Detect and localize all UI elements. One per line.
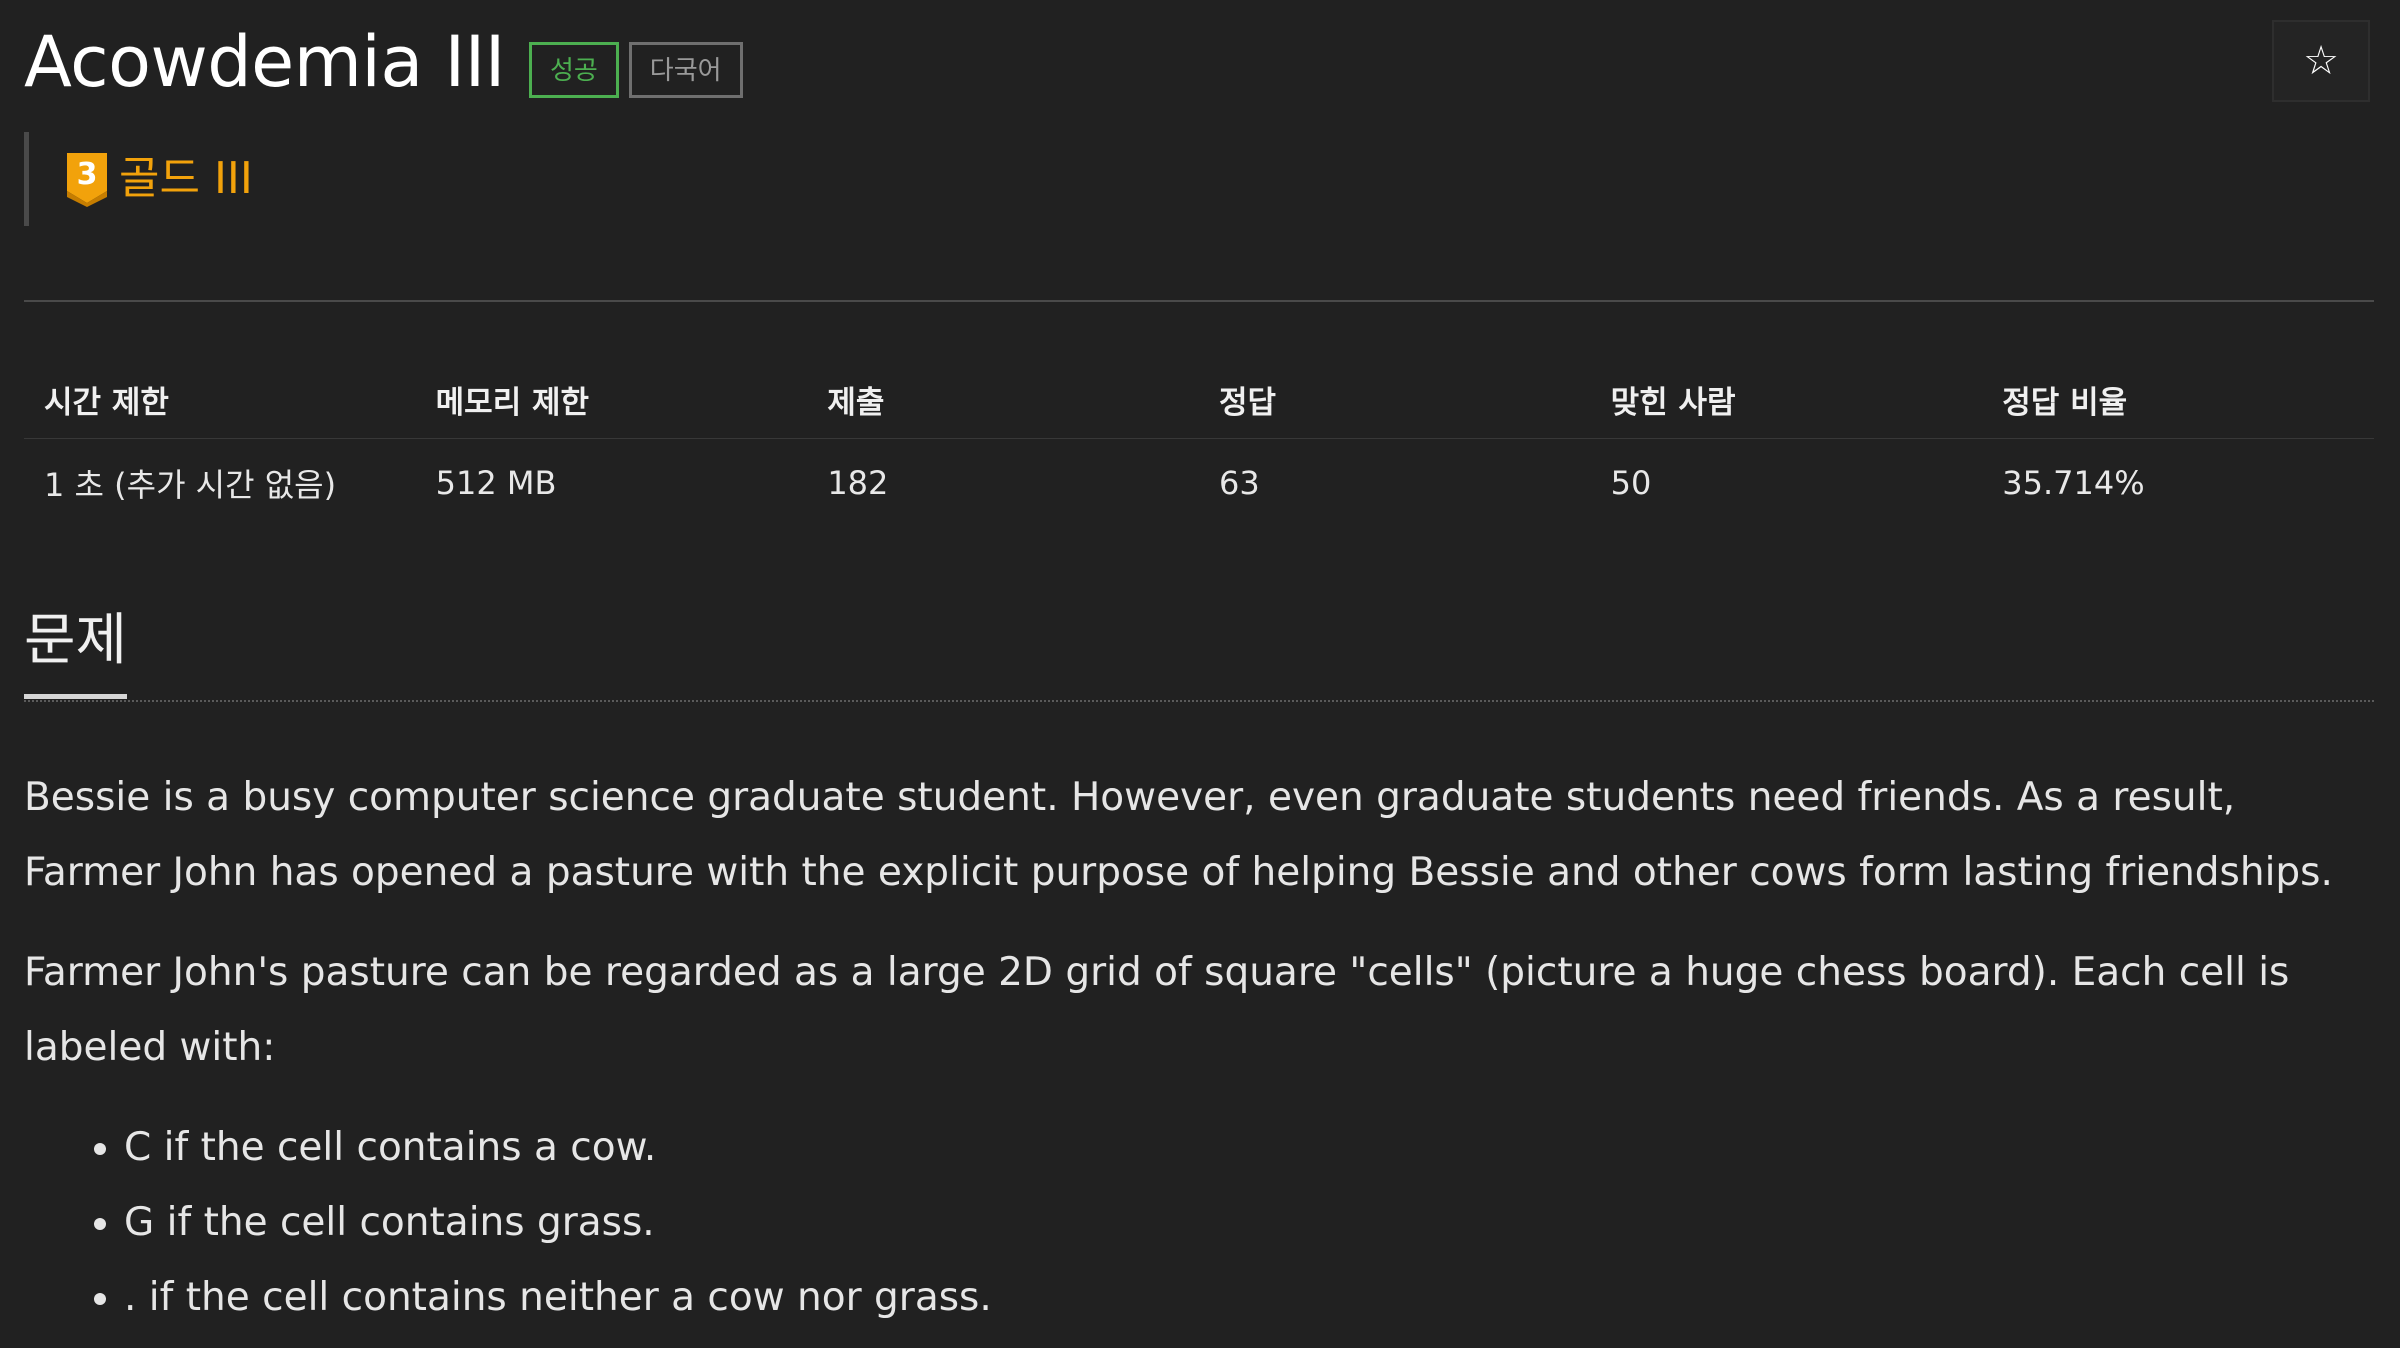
time-limit-value: 1 초 (추가 시간 없음) (44, 466, 337, 504)
solved-users-header: 맞힌 사람 (1590, 360, 1983, 439)
tier-label[interactable]: 골드 III (119, 151, 253, 207)
list-item: C if the cell contains a cow. (124, 1110, 2374, 1185)
accept-rate-value: 35.714% (2002, 464, 2145, 502)
problem-description: Bessie is a busy computer science gradua… (24, 760, 2374, 1335)
problem-paragraph: Farmer John's pasture can be regarded as… (24, 950, 2290, 1070)
submissions-header: 제출 (807, 360, 1199, 439)
favorite-button[interactable]: ☆ (2272, 20, 2370, 102)
problem-section-heading: 문제 (24, 596, 2374, 702)
header-divider (24, 300, 2374, 302)
cell-label-list: C if the cell contains a cow. G if the c… (24, 1110, 2374, 1335)
section-title: 문제 (24, 596, 128, 699)
list-item: G if the cell contains grass. (124, 1185, 2374, 1260)
submissions-value[interactable]: 182 (807, 439, 1199, 528)
accept-rate-header: 정답 비율 (1982, 360, 2374, 439)
problem-title: Acowdemia III (24, 21, 505, 103)
multilang-badge[interactable]: 다국어 (628, 42, 743, 98)
solved-users-value[interactable]: 50 (1591, 439, 1983, 528)
accepted-header: 정답 (1198, 360, 1591, 439)
memory-limit-value: 512 MB (435, 464, 557, 502)
info-table-row: 1 초 (추가 시간 없음) 512 MB 182 63 50 35.714% (24, 439, 2374, 528)
gold-tier-badge-icon: 3 (67, 153, 107, 207)
tier-block: 3 골드 III (24, 132, 253, 226)
memory-limit-header: 메모리 제한 (415, 360, 808, 439)
title-row: Acowdemia III 성공 다국어 (24, 22, 743, 102)
info-table-header-row: 시간 제한 메모리 제한 제출 정답 맞힌 사람 정답 비율 (24, 360, 2374, 439)
tier-level-number: 3 (77, 157, 98, 192)
time-limit-header: 시간 제한 (24, 360, 416, 439)
accepted-value[interactable]: 63 (1199, 439, 1591, 528)
list-item: . if the cell contains neither a cow nor… (124, 1260, 2374, 1335)
star-icon: ☆ (2303, 38, 2339, 84)
success-badge[interactable]: 성공 (528, 42, 619, 98)
problem-page: Acowdemia III 성공 다국어 ☆ 3 골드 III 시간 제한 메모… (0, 0, 2400, 1348)
problem-info-table: 시간 제한 메모리 제한 제출 정답 맞힌 사람 정답 비율 1 초 (추가 시… (24, 360, 2374, 527)
problem-paragraph: Bessie is a busy computer science gradua… (24, 775, 2333, 895)
